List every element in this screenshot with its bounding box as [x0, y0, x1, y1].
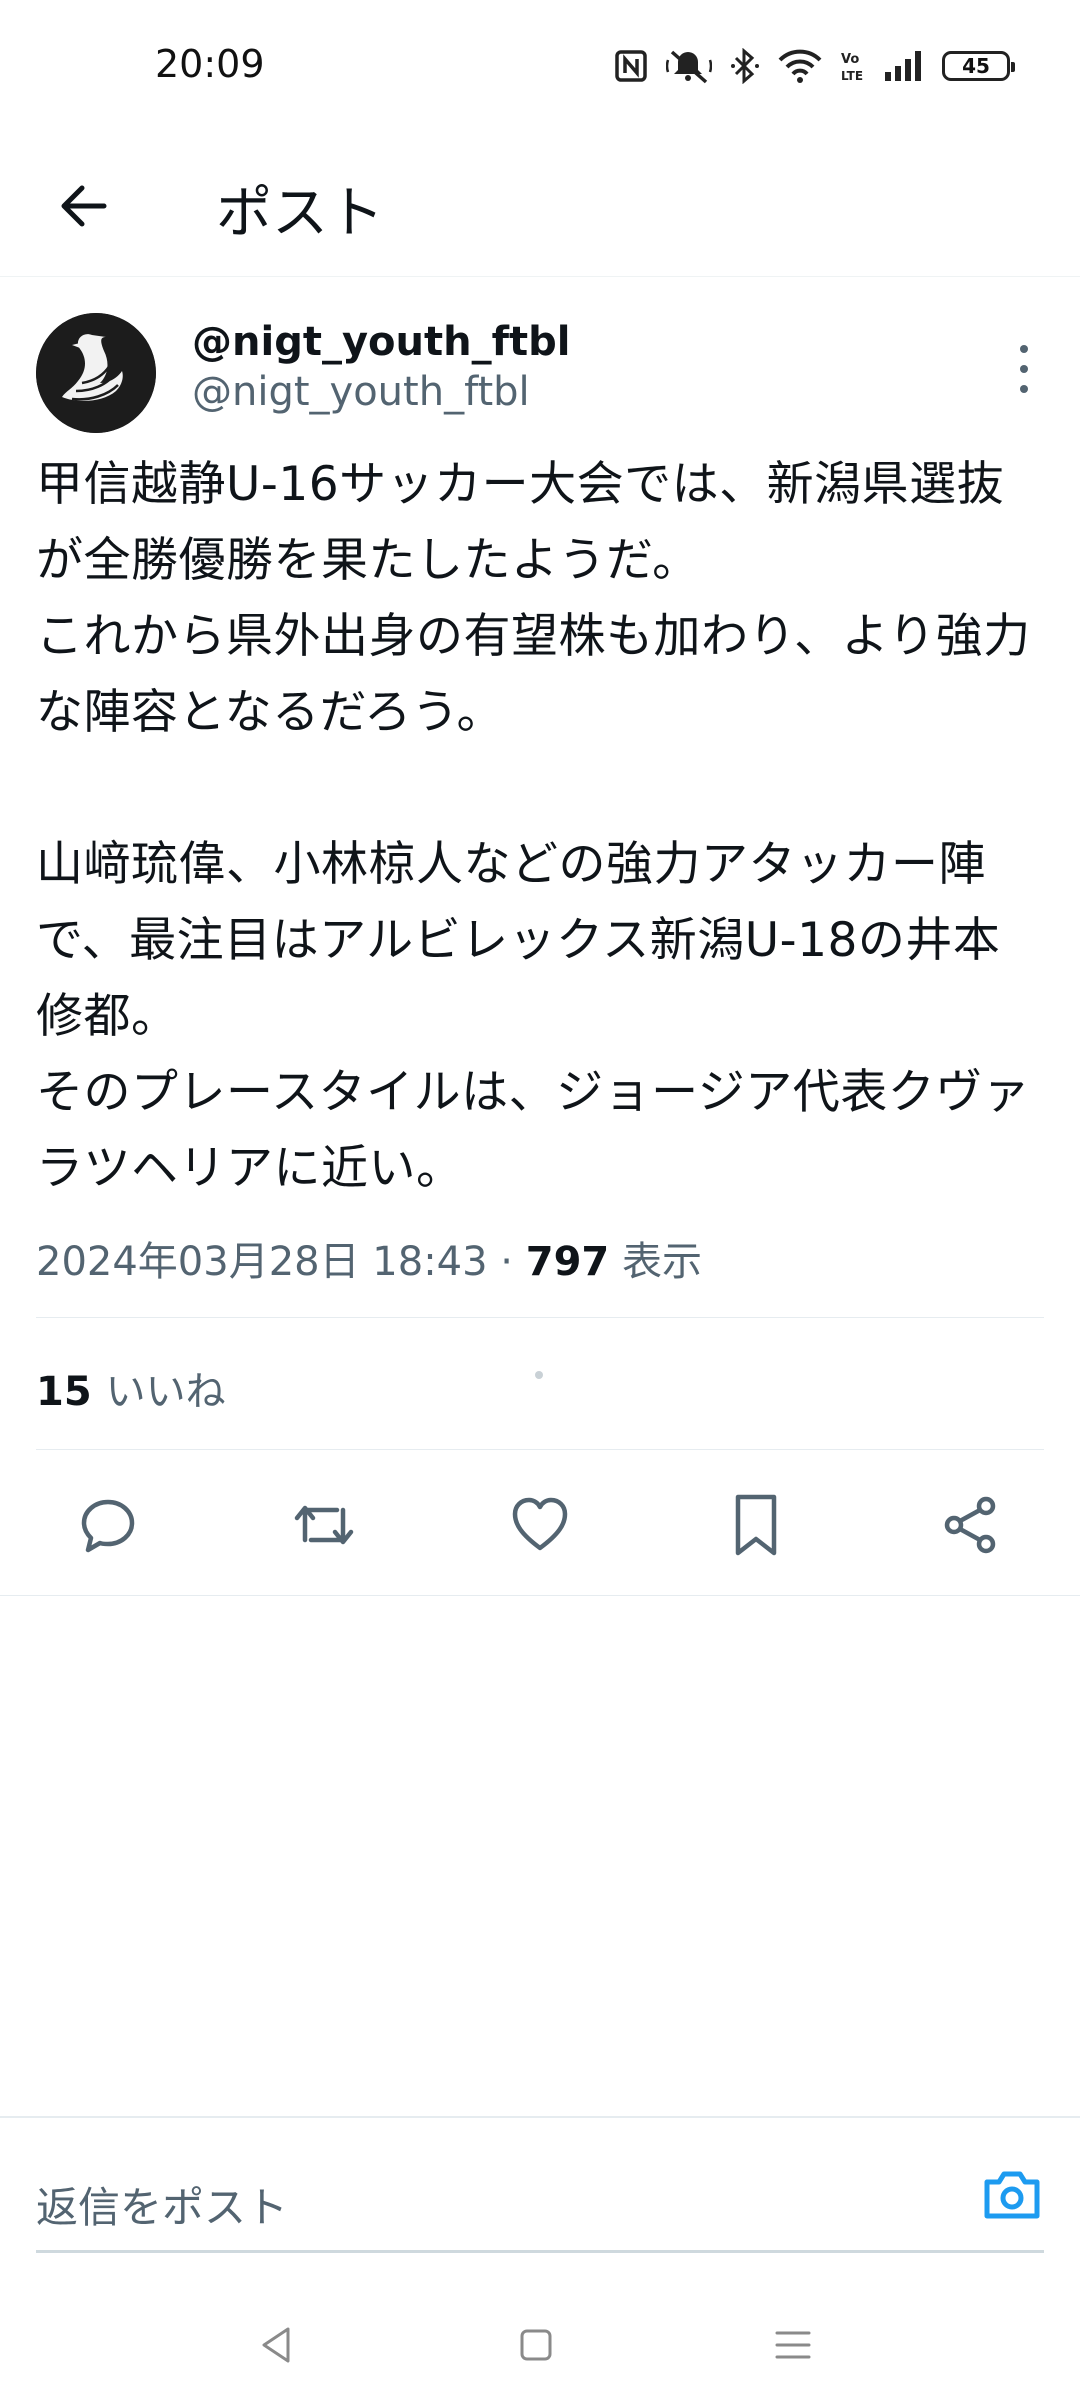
battery-icon: 45 — [942, 51, 1015, 81]
post-timestamp[interactable]: 2024年03月28日 18:43 — [36, 1239, 488, 1285]
share-button[interactable] — [935, 1489, 1007, 1561]
like-button[interactable] — [504, 1489, 576, 1561]
mute-icon — [666, 48, 712, 84]
top-app-bar: ポスト — [0, 140, 1080, 277]
status-icons: Vo LTE 45 — [614, 48, 1015, 84]
square-home-icon — [520, 2329, 552, 2361]
volte-icon: Vo LTE — [840, 49, 866, 83]
page-title: ポスト — [216, 181, 384, 246]
system-navigation-bar — [0, 2290, 1080, 2400]
reply-icon — [81, 1499, 135, 1553]
divider — [36, 1317, 1044, 1318]
more-dot-icon — [1020, 385, 1028, 393]
status-time: 20:09 — [155, 42, 265, 86]
repost-icon — [294, 1505, 354, 1545]
triangle-back-icon — [262, 2327, 290, 2363]
menu-lines-icon — [775, 2331, 811, 2359]
reply-input[interactable]: 返信をポスト — [36, 2174, 288, 2235]
more-options-button[interactable] — [1004, 337, 1044, 401]
share-icon — [944, 1496, 996, 1554]
camera-button[interactable] — [980, 2162, 1044, 2226]
battery-level: 45 — [962, 54, 990, 78]
reply-input-underline — [36, 2250, 1044, 2253]
arrow-left-icon — [61, 185, 107, 227]
divider — [0, 1595, 1080, 1596]
reply-composer: 返信をポスト — [0, 2116, 1080, 2254]
more-dot-icon — [1020, 365, 1028, 373]
bookmark-icon — [735, 1494, 777, 1556]
reply-button[interactable] — [72, 1489, 144, 1561]
signal-icon — [884, 50, 924, 82]
svg-text:Vo: Vo — [841, 52, 859, 67]
nav-menu-button[interactable] — [758, 2310, 828, 2380]
meta-separator: · — [487, 1239, 526, 1285]
swan-logo-icon — [36, 313, 156, 433]
post-meta: 2024年03月28日 18:43 · 797 表示 — [36, 1229, 702, 1287]
author-handle[interactable]: @nigt_youth_ftbl — [192, 369, 530, 415]
views-label: 表示 — [609, 1239, 702, 1285]
nav-back-button[interactable] — [241, 2310, 311, 2380]
avatar[interactable] — [36, 313, 156, 433]
views-count: 797 — [525, 1239, 610, 1285]
likes-label: いいね — [105, 1369, 226, 1415]
author-display-name[interactable]: @nigt_youth_ftbl — [192, 319, 570, 365]
like-icon — [512, 1497, 568, 1551]
more-dot-icon — [1020, 345, 1028, 353]
bluetooth-icon — [730, 48, 760, 84]
repost-button[interactable] — [288, 1489, 360, 1561]
likes-count: 15 — [36, 1369, 92, 1415]
camera-icon — [984, 2171, 1040, 2219]
status-bar: 20:09 Vo LTE 45 — [0, 0, 1080, 140]
divider — [36, 1449, 1044, 1450]
bookmark-button[interactable] — [720, 1489, 792, 1561]
post-text: 甲信越静U-16サッカー大会では、新潟県選抜が全勝優勝を果たしたようだ。 これか… — [36, 457, 1031, 1196]
nfc-icon — [614, 49, 648, 83]
loading-indicator — [535, 1371, 543, 1379]
back-button[interactable] — [48, 170, 120, 242]
wifi-icon — [778, 49, 822, 83]
likes-summary[interactable]: 15 いいね — [36, 1359, 226, 1417]
svg-text:LTE: LTE — [841, 69, 863, 83]
nav-home-button[interactable] — [501, 2310, 571, 2380]
action-bar — [0, 1489, 1080, 1579]
